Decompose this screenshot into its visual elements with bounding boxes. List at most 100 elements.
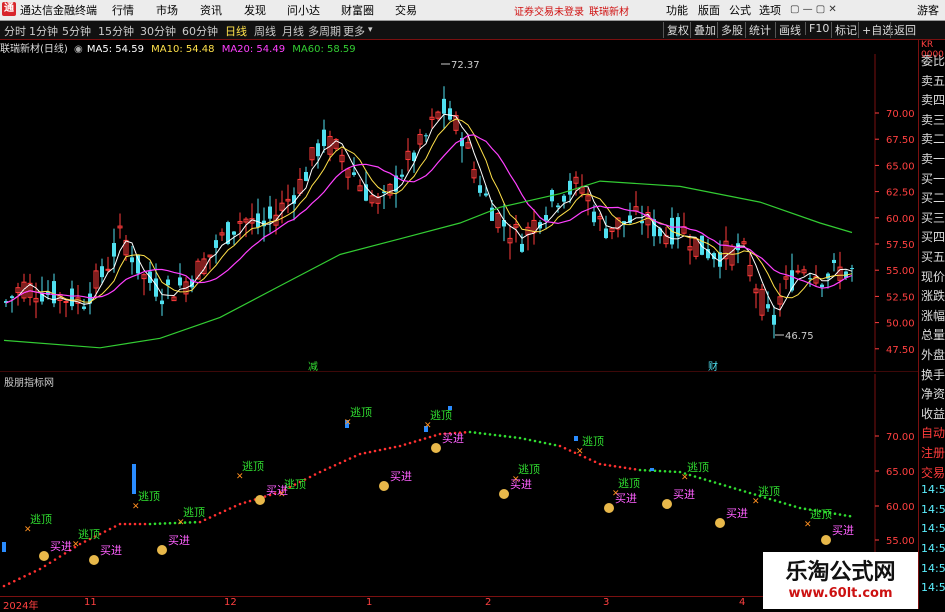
- login-notice[interactable]: 证券交易未登录: [514, 3, 584, 18]
- tool-button-1[interactable]: 复权: [663, 22, 689, 38]
- indicator-dot: [23, 574, 26, 578]
- indicator-dot: [693, 475, 697, 478]
- indicator-dot: [168, 521, 172, 525]
- indicator-dot: [688, 473, 692, 477]
- moneybag-icon: [662, 499, 672, 509]
- tool-button-5[interactable]: 画线: [775, 22, 801, 38]
- menu-item-options[interactable]: 选项: [759, 2, 781, 18]
- candle-body: [10, 296, 14, 298]
- moneybag-icon: [157, 545, 167, 555]
- indicator-bar: [2, 542, 6, 552]
- buy-signal-label: 买进: [390, 470, 412, 483]
- indicator-dot: [208, 516, 212, 519]
- indicator-dot: [38, 567, 42, 571]
- menu-item-quotes[interactable]: 行情: [112, 2, 134, 18]
- period-8[interactable]: 周线: [254, 23, 276, 39]
- period-2[interactable]: 1分钟: [29, 23, 58, 39]
- side-panel-item: 买二: [921, 191, 945, 206]
- tool-button-8[interactable]: +自选: [858, 22, 893, 38]
- x-label-3: 12: [224, 597, 237, 608]
- menu-item-market[interactable]: 市场: [156, 2, 178, 18]
- escape-signal-label: 逃顶: [430, 409, 452, 422]
- indicator-dot: [413, 440, 417, 443]
- period-5[interactable]: 30分钟: [140, 23, 176, 39]
- period-4[interactable]: 15分钟: [98, 23, 134, 39]
- indicator-dot: [108, 527, 112, 531]
- indicator-dot: [743, 490, 747, 493]
- more-chevron-icon[interactable]: ▾: [368, 25, 373, 35]
- candle-body: [322, 129, 326, 147]
- event-marker-2[interactable]: 财: [708, 360, 718, 372]
- tool-button-6[interactable]: F10: [805, 22, 829, 35]
- indicator-bar: [132, 464, 136, 494]
- side-panel-item: 委比: [921, 54, 945, 68]
- indicator-dot: [2, 584, 6, 588]
- period-1[interactable]: 分时: [4, 23, 26, 39]
- app-title: 通达信金融终端: [20, 4, 97, 17]
- period-7[interactable]: 日线: [225, 23, 247, 39]
- indicator-dot: [393, 445, 397, 449]
- indicator-dot: [473, 431, 477, 434]
- indicator-dot: [153, 522, 157, 526]
- candlestick-chart[interactable]: 70.00 67.50 65.00 62.50 60.00 57.50 55.00 52.50…: [0, 54, 918, 372]
- indicator-dot: [803, 507, 807, 511]
- candle-body: [448, 108, 452, 120]
- period-9[interactable]: 月线: [282, 23, 304, 39]
- indicator-dot: [418, 438, 422, 442]
- indicator-signals: ✕逃顶✕逃顶✕逃顶✕逃顶✕逃顶✕逃顶✕逃顶✕逃顶✕逃顶✕逃顶✕逃顶 ✕逃顶✕逃顶✕…: [24, 406, 854, 565]
- indicator-dot: [843, 514, 847, 517]
- indicator-dot: [238, 502, 242, 506]
- tool-button-9[interactable]: 返回: [890, 22, 916, 38]
- indicator-dot: [398, 444, 402, 448]
- menu-item-ask[interactable]: 问小达: [287, 2, 320, 18]
- guest-label[interactable]: 游客: [917, 2, 939, 18]
- period-11[interactable]: 更多: [343, 23, 365, 39]
- indicator-dot: [58, 555, 62, 558]
- menu-item-formula[interactable]: 公式: [729, 2, 751, 18]
- candle-body: [178, 277, 182, 286]
- window-controls[interactable]: ▢ — ▢ ✕: [790, 4, 837, 15]
- indicator-dot: [643, 468, 647, 472]
- indicator-dot: [483, 432, 487, 436]
- main-tick-label: 57.50: [886, 240, 915, 251]
- candle-body: [795, 270, 801, 273]
- indicator-dot: [408, 441, 412, 445]
- moneybag-icon: [255, 495, 265, 505]
- menu-item-news[interactable]: 资讯: [200, 2, 222, 18]
- tool-button-2[interactable]: 叠加: [690, 22, 716, 38]
- indicator-dots: [2, 430, 852, 588]
- indicator-dot: [718, 482, 722, 486]
- candle-body: [70, 288, 74, 307]
- moneybag-icon: [604, 503, 614, 513]
- x-label-7: 4: [739, 597, 746, 608]
- indicator-dot: [513, 436, 517, 439]
- menu-item-function[interactable]: 功能: [666, 2, 688, 18]
- tool-button-4[interactable]: 统计: [745, 22, 771, 38]
- menu-item-discover[interactable]: 发现: [244, 2, 266, 18]
- event-marker-1[interactable]: 减: [308, 361, 318, 372]
- indicator-dot: [313, 473, 317, 476]
- period-6[interactable]: 60分钟: [182, 23, 218, 39]
- indicator-dot: [623, 466, 627, 470]
- high-label: 72.37: [451, 60, 480, 71]
- high-annotation: 72.37: [441, 60, 480, 71]
- main-tick-label: 70.00: [886, 109, 915, 120]
- tool-button-7[interactable]: 标记: [831, 22, 857, 38]
- main-tick-label: 60.00: [886, 214, 915, 225]
- indicator-dot: [663, 469, 667, 473]
- indicator-dot: [583, 455, 587, 459]
- candle-body: [105, 268, 111, 271]
- x-label-4: 1: [366, 597, 373, 608]
- menu-item-trade[interactable]: 交易: [395, 2, 417, 18]
- indicator-dot: [348, 457, 352, 460]
- candle-body: [478, 185, 482, 193]
- escape-signal-label: 逃顶: [582, 435, 604, 448]
- indicator-dot: [368, 450, 372, 454]
- low-annotation: 46.75: [775, 331, 814, 342]
- period-3[interactable]: 5分钟: [62, 23, 91, 39]
- candles-group: [4, 86, 854, 339]
- tool-button-3[interactable]: 多股: [717, 22, 743, 38]
- period-10[interactable]: 多周期: [308, 23, 341, 39]
- menu-item-wealth[interactable]: 财富圈: [341, 2, 374, 18]
- menu-item-layout[interactable]: 版面: [698, 2, 720, 18]
